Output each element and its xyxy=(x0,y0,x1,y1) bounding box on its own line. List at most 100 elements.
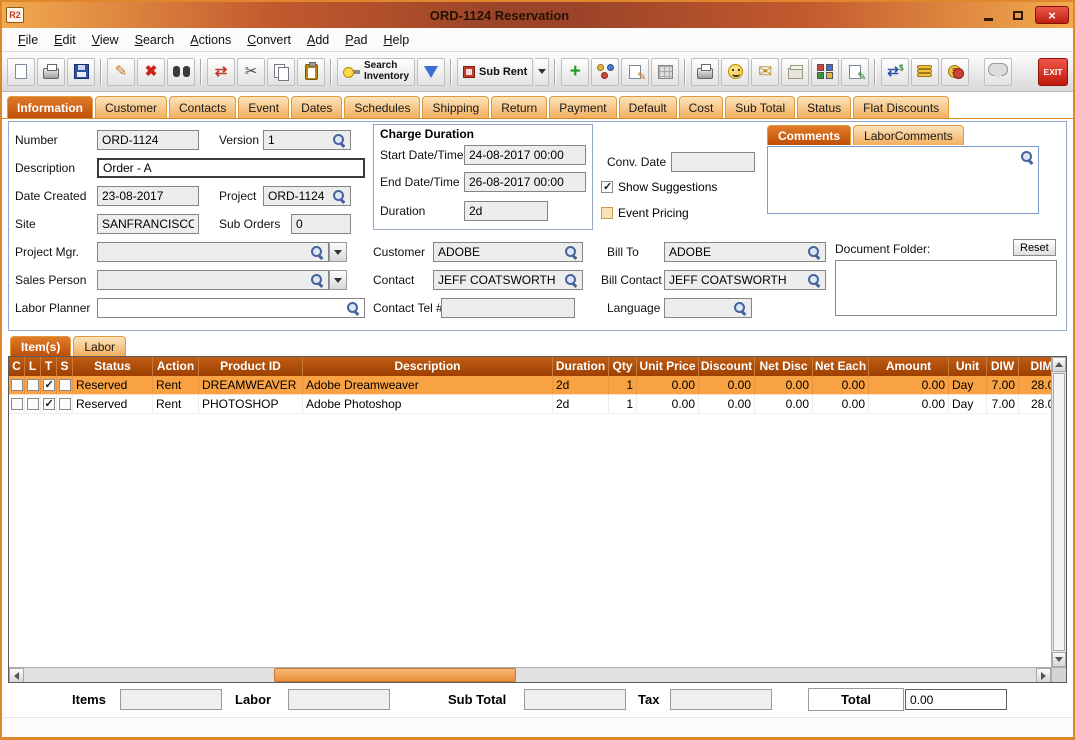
menu-view[interactable]: View xyxy=(84,30,127,50)
comments-lookup-icon[interactable] xyxy=(1020,150,1034,164)
tab-item-s[interactable]: Item(s) xyxy=(10,336,72,356)
table-row[interactable]: ReservedRentDREAMWEAVERAdobe Dreamweaver… xyxy=(9,376,1051,395)
project-mgr-lookup-icon[interactable] xyxy=(310,245,324,259)
show-suggestions-checkbox[interactable]: Show Suggestions xyxy=(601,180,717,194)
edit-button[interactable]: ✎ xyxy=(107,57,135,86)
tab-flat-discounts[interactable]: Flat Discounts xyxy=(853,96,950,118)
maximize-button[interactable] xyxy=(1005,6,1031,24)
horizontal-scroll-track[interactable] xyxy=(24,668,1036,682)
event-pricing-checkbox[interactable]: Event Pricing xyxy=(601,206,689,220)
start-date-field[interactable]: 24-08-2017 00:00 xyxy=(464,145,586,165)
end-date-field[interactable]: 26-08-2017 00:00 xyxy=(464,172,586,192)
column-header-net-each[interactable]: Net Each xyxy=(813,357,869,376)
kits-button[interactable] xyxy=(811,57,840,86)
print-preview-button[interactable] xyxy=(691,57,720,86)
tab-laborcomments[interactable]: LaborComments xyxy=(853,125,964,145)
cell-s[interactable] xyxy=(57,376,73,394)
version-lookup-icon[interactable] xyxy=(332,133,346,147)
funnel-button[interactable] xyxy=(417,57,446,86)
menu-convert[interactable]: Convert xyxy=(239,30,299,50)
comments-textarea[interactable] xyxy=(767,146,1039,214)
cell-c[interactable] xyxy=(9,376,25,394)
exit-button[interactable]: EXIT xyxy=(1038,57,1068,86)
tab-return[interactable]: Return xyxy=(491,96,548,118)
pad-button[interactable] xyxy=(651,57,680,86)
site-field[interactable]: SANFRANCISCO xyxy=(97,214,199,234)
notes-button[interactable] xyxy=(841,57,870,86)
table-row[interactable]: ReservedRentPHOTOSHOPAdobe Photoshop2d10… xyxy=(9,395,1051,414)
tab-default[interactable]: Default xyxy=(618,96,677,118)
sales-person-lookup-icon[interactable] xyxy=(310,273,324,287)
tab-shipping[interactable]: Shipping xyxy=(422,96,490,118)
scroll-left-button[interactable] xyxy=(9,668,24,682)
menu-pad[interactable]: Pad xyxy=(337,30,375,50)
cell-c[interactable] xyxy=(9,395,25,413)
customer-field[interactable]: ADOBE xyxy=(433,242,583,262)
column-header-l[interactable]: L xyxy=(25,357,41,376)
labor-planner-lookup-icon[interactable] xyxy=(346,301,360,315)
tab-status[interactable]: Status xyxy=(797,96,852,118)
column-header-qty[interactable]: Qty xyxy=(609,357,637,376)
row-checkbox-c[interactable] xyxy=(10,398,23,410)
row-checkbox-t[interactable] xyxy=(42,378,55,391)
column-header-c[interactable]: C xyxy=(9,357,25,376)
checkbox-icon[interactable] xyxy=(601,207,613,219)
contact-tel-field[interactable] xyxy=(441,298,575,318)
version-field[interactable]: 1 xyxy=(263,130,351,150)
tab-customer[interactable]: Customer xyxy=(95,96,168,118)
row-checkbox-l[interactable] xyxy=(26,379,39,391)
vertical-scroll-thumb[interactable] xyxy=(1053,373,1065,651)
bill-contact-lookup-icon[interactable] xyxy=(807,273,821,287)
tab-schedules[interactable]: Schedules xyxy=(344,96,421,118)
tab-information[interactable]: Information xyxy=(7,96,93,118)
menu-help[interactable]: Help xyxy=(376,30,418,50)
labor-planner-field[interactable] xyxy=(97,298,365,318)
convert-button[interactable]: ⇄ xyxy=(207,57,235,86)
save-button[interactable] xyxy=(67,57,95,86)
column-header-dim[interactable]: DIM xyxy=(1019,357,1052,376)
tab-dates[interactable]: Dates xyxy=(291,96,343,118)
column-header-duration[interactable]: Duration xyxy=(553,357,609,376)
charges-button[interactable] xyxy=(941,57,970,86)
tab-sub-total[interactable]: Sub Total xyxy=(725,96,796,118)
new-button[interactable] xyxy=(7,57,35,86)
column-header-product-id[interactable]: Product ID xyxy=(199,357,303,376)
search-inventory-button[interactable]: Search Inventory xyxy=(337,57,416,86)
column-header-diw[interactable]: DIW xyxy=(987,357,1019,376)
sub-orders-field[interactable]: 0 xyxy=(291,214,351,234)
project-lookup-icon[interactable] xyxy=(332,189,346,203)
delete-button[interactable]: ✖ xyxy=(137,57,165,86)
payment-button[interactable] xyxy=(911,57,940,86)
scroll-up-button[interactable] xyxy=(1052,357,1066,372)
cell-t[interactable] xyxy=(41,376,57,394)
tab-cost[interactable]: Cost xyxy=(678,96,724,118)
sales-person-field[interactable] xyxy=(97,270,329,290)
column-header-t[interactable]: T xyxy=(41,357,57,376)
project-mgr-dropdown[interactable] xyxy=(329,242,347,262)
column-header-amount[interactable]: Amount xyxy=(869,357,949,376)
menu-file[interactable]: File xyxy=(10,30,46,50)
description-field[interactable]: Order - A xyxy=(97,158,365,178)
cell-t[interactable] xyxy=(41,395,57,413)
document-folder-box[interactable] xyxy=(835,260,1057,316)
tab-payment[interactable]: Payment xyxy=(549,96,617,118)
group-suggestions-button[interactable] xyxy=(591,57,620,86)
column-header-status[interactable]: Status xyxy=(73,357,153,376)
contact-lookup-icon[interactable] xyxy=(564,273,578,287)
language-lookup-icon[interactable] xyxy=(733,301,747,315)
column-header-action[interactable]: Action xyxy=(153,357,199,376)
column-header-unit-price[interactable]: Unit Price xyxy=(637,357,699,376)
number-field[interactable]: ORD-1124 xyxy=(97,130,199,150)
tab-event[interactable]: Event xyxy=(238,96,290,118)
column-header-unit[interactable]: Unit xyxy=(949,357,987,376)
column-header-description[interactable]: Description xyxy=(303,357,553,376)
conv-date-field[interactable] xyxy=(671,152,755,172)
find-button[interactable] xyxy=(167,57,195,86)
bill-contact-field[interactable]: JEFF COATSWORTH xyxy=(664,270,826,290)
scroll-right-button[interactable] xyxy=(1036,668,1051,682)
minimize-button[interactable] xyxy=(975,6,1001,24)
tab-comments[interactable]: Comments xyxy=(767,125,852,145)
reset-button[interactable]: Reset xyxy=(1013,239,1056,256)
print-button[interactable] xyxy=(37,57,65,86)
feedback-button[interactable] xyxy=(721,57,750,86)
